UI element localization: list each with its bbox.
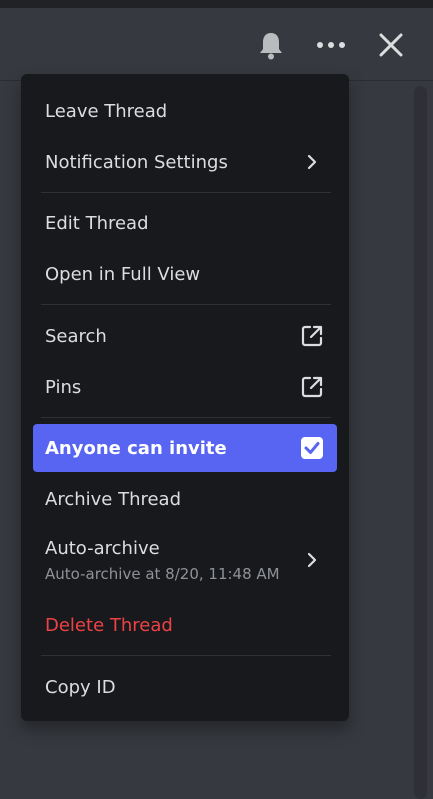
menu-separator: [41, 655, 331, 656]
scrollbar[interactable]: [414, 86, 427, 799]
menu-item-archive-thread[interactable]: Archive Thread: [33, 476, 337, 522]
menu-item-auto-archive[interactable]: Auto-archive Auto-archive at 8/20, 11:48…: [33, 528, 337, 592]
anyone-can-invite-label: Anyone can invite: [45, 437, 227, 459]
external-link-icon: [299, 323, 325, 349]
menu-item-delete-thread[interactable]: Delete Thread: [33, 602, 337, 648]
menu-item-open-full-view[interactable]: Open in Full View: [33, 251, 337, 297]
menu-item-pins[interactable]: Pins: [33, 364, 337, 410]
chevron-right-icon: [299, 149, 325, 175]
bell-icon[interactable]: [254, 28, 288, 62]
auto-archive-label: Auto-archive: [45, 537, 160, 559]
copy-id-label: Copy ID: [45, 676, 116, 698]
close-icon[interactable]: [374, 28, 408, 62]
menu-item-edit-thread[interactable]: Edit Thread: [33, 200, 337, 246]
menu-separator: [41, 192, 331, 193]
menu-item-search[interactable]: Search: [33, 313, 337, 359]
menu-separator: [41, 417, 331, 418]
edit-thread-label: Edit Thread: [45, 212, 149, 234]
delete-thread-label: Delete Thread: [45, 614, 173, 636]
chevron-right-icon: [299, 547, 325, 573]
checkbox-checked-icon[interactable]: [299, 435, 325, 461]
menu-item-anyone-can-invite[interactable]: Anyone can invite: [33, 424, 337, 472]
thread-context-menu: Leave Thread Notification Settings Edit …: [21, 74, 349, 721]
auto-archive-text: Auto-archive Auto-archive at 8/20, 11:48…: [45, 538, 280, 583]
auto-archive-subtext: Auto-archive at 8/20, 11:48 AM: [45, 564, 280, 583]
thread-header: [0, 8, 433, 81]
window-top-strip: [0, 0, 433, 8]
notification-settings-label: Notification Settings: [45, 151, 228, 173]
search-label: Search: [45, 325, 107, 347]
open-full-view-label: Open in Full View: [45, 263, 201, 285]
leave-thread-label: Leave Thread: [45, 100, 168, 122]
menu-item-copy-id[interactable]: Copy ID: [33, 664, 337, 710]
menu-separator: [41, 304, 331, 305]
archive-thread-label: Archive Thread: [45, 488, 182, 510]
menu-item-leave-thread[interactable]: Leave Thread: [33, 88, 337, 134]
pins-label: Pins: [45, 376, 82, 398]
more-icon[interactable]: [314, 28, 348, 62]
external-link-icon: [299, 374, 325, 400]
menu-item-notification-settings[interactable]: Notification Settings: [33, 139, 337, 185]
